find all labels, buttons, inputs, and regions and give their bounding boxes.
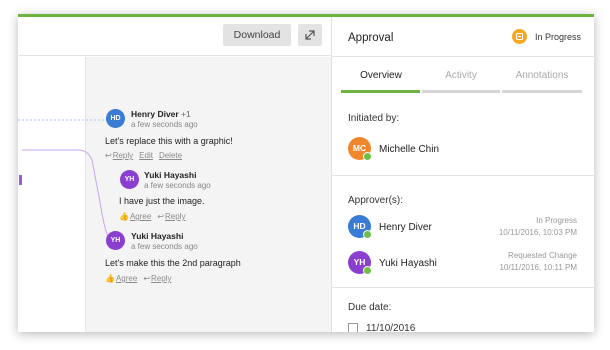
comment-actions: 👍Agree ↩Reply [119, 212, 191, 221]
reply-arrow-icon: ↩ [157, 212, 165, 221]
tab-indicator [422, 90, 500, 93]
online-indicator [363, 152, 372, 161]
comment-time: a few seconds ago [144, 181, 211, 190]
online-indicator [363, 230, 372, 239]
comment-author: Yuki Hayashi [144, 170, 197, 180]
comment-time: a few seconds ago [131, 242, 198, 251]
agree-link[interactable]: Agree [130, 212, 151, 221]
tab-indicator [502, 90, 582, 93]
comment-text: Let's replace this with a graphic! [105, 136, 233, 146]
avatar[interactable]: HD [106, 109, 125, 128]
initiator-name: Michelle Chin [379, 144, 440, 155]
comment-author: Henry Diver +1 [131, 109, 191, 119]
due-date-value[interactable]: 11/10/2016 [366, 323, 415, 332]
approver-name: Yuki Hayashi [379, 258, 437, 269]
online-indicator [363, 266, 372, 275]
divider [332, 175, 595, 176]
due-date-label: Due date: [348, 302, 392, 313]
approvers-label: Approver(s): [348, 195, 404, 206]
comment-time: a few seconds ago [131, 120, 198, 129]
agree-link[interactable]: Agree [116, 274, 137, 283]
initiated-by-label: Initiated by: [348, 113, 400, 124]
divider [332, 56, 595, 57]
approver-date: 10/11/2016, 10:11 PM [499, 263, 577, 272]
reply-link[interactable]: Reply [113, 151, 133, 160]
thumbs-up-icon: 👍 [105, 274, 115, 283]
edit-link[interactable]: Edit [139, 151, 153, 160]
avatar[interactable]: YH [106, 231, 125, 250]
approver-name: Henry Diver [379, 222, 432, 233]
delete-link[interactable]: Delete [159, 151, 182, 160]
reply-arrow-icon: ↩ [143, 274, 151, 283]
calendar-icon [348, 323, 358, 332]
divider [332, 287, 595, 288]
reply-link[interactable]: Reply [151, 274, 171, 283]
approval-panel: Approval In Progress Overview Activity A… [331, 17, 595, 332]
tab-indicator-active [341, 90, 420, 93]
status-flag-icon [512, 29, 527, 44]
comment-author: Yuki Hayashi [131, 231, 184, 241]
tab-activity[interactable]: Activity [421, 70, 501, 81]
reply-link[interactable]: Reply [165, 212, 185, 221]
panel-title: Approval [348, 32, 394, 44]
approver-status: Requested Change [508, 251, 577, 260]
top-accent-bar [18, 14, 594, 17]
approver-date: 10/11/2016, 10:03 PM [498, 228, 577, 237]
reply-arrow-icon: ↩ [105, 151, 112, 160]
comment-actions: ↩Reply Edit Delete [105, 151, 188, 160]
avatar[interactable]: YH [120, 170, 139, 189]
approver-status: In Progress [536, 216, 577, 225]
document-pane: Download HD Henry Diver +1 a few seconds… [18, 17, 331, 332]
tab-annotations[interactable]: Annotations [502, 70, 582, 81]
comment-text: I have just the image. [119, 196, 205, 206]
thumbs-up-icon: 👍 [119, 212, 129, 221]
comment-actions: 👍Agree ↩Reply [105, 274, 177, 283]
tab-overview[interactable]: Overview [341, 70, 421, 81]
status-badge: In Progress [535, 32, 582, 42]
comment-text: Let's make this the 2nd paragraph [105, 258, 241, 268]
